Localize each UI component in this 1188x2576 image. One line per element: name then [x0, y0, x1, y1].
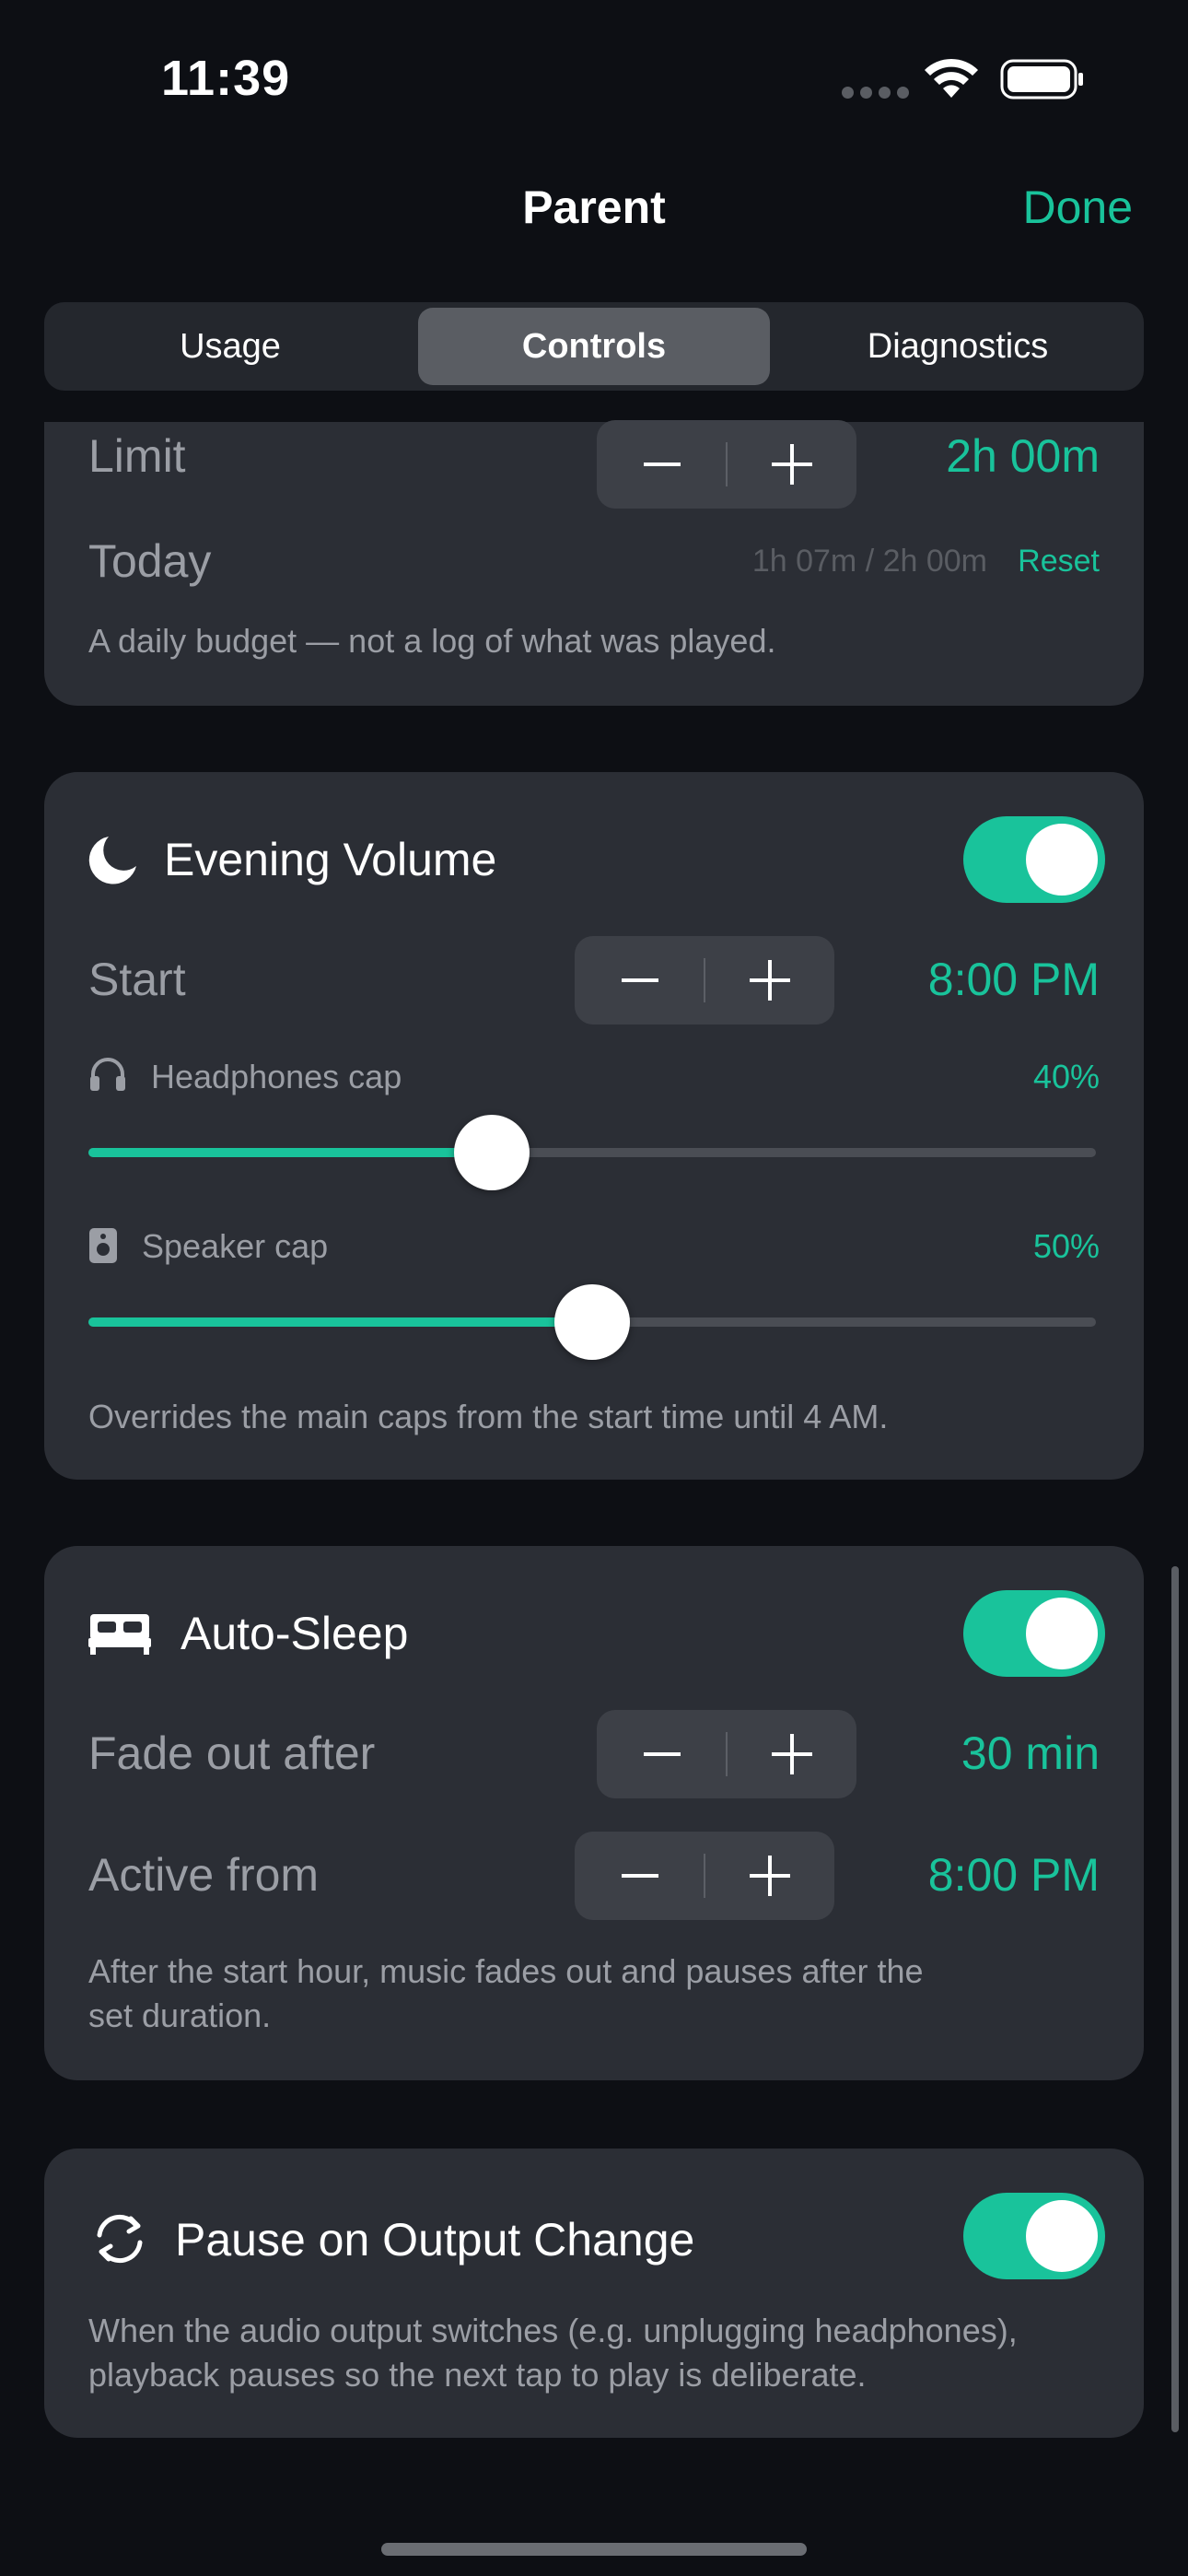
- pause-output-card: Pause on Output Change When the audio ou…: [44, 2149, 1144, 2438]
- start-increase-button[interactable]: [705, 936, 834, 1025]
- today-usage-value: 1h 07m / 2h 00m: [751, 544, 987, 579]
- speaker-cap-label: Speaker cap: [142, 1227, 329, 1265]
- home-indicator[interactable]: [381, 2543, 807, 2556]
- speaker-icon: [89, 1228, 117, 1263]
- refresh-icon: [97, 2215, 143, 2263]
- reset-button[interactable]: Reset: [1018, 544, 1100, 580]
- evening-volume-toggle[interactable]: [963, 816, 1105, 903]
- active-from-value: 8:00 PM: [927, 1849, 1100, 1901]
- auto-sleep-card: Auto-Sleep Fade out after 30 min Active …: [44, 1546, 1144, 2080]
- fade-out-stepper: [597, 1710, 856, 1798]
- speaker-cap-slider-thumb[interactable]: [554, 1284, 630, 1360]
- start-decrease-button[interactable]: [575, 936, 705, 1025]
- budget-note: A daily budget — not a log of what was p…: [88, 622, 776, 660]
- tab-diagnostics[interactable]: Diagnostics: [777, 308, 1138, 385]
- limit-label: Limit: [88, 430, 186, 482]
- status-time: 11:39: [161, 51, 291, 106]
- evening-volume-card: Evening Volume Start 8:00 PM Headphones …: [44, 772, 1144, 1480]
- start-value: 8:00 PM: [927, 954, 1100, 1005]
- evening-volume-note: Overrides the main caps from the start t…: [88, 1398, 889, 1435]
- auto-sleep-note-line2: set duration.: [88, 1996, 272, 2034]
- active-from-label: Active from: [88, 1849, 320, 1901]
- done-button[interactable]: Done: [1022, 181, 1133, 234]
- active-from-stepper: [575, 1832, 834, 1920]
- minus-icon: [621, 1874, 658, 1878]
- pause-output-toggle[interactable]: [963, 2193, 1105, 2279]
- fade-out-value: 30 min: [961, 1727, 1100, 1779]
- pause-output-title: Pause on Output Change: [175, 2214, 695, 2266]
- auto-sleep-title: Auto-Sleep: [181, 1608, 409, 1659]
- plus-icon: [749, 1856, 790, 1896]
- evening-volume-title: Evening Volume: [164, 834, 497, 885]
- auto-sleep-note-line1: After the start hour, music fades out an…: [88, 1952, 924, 1990]
- battery-icon: [1000, 59, 1083, 100]
- segmented-tabs: Usage Controls Diagnostics: [44, 302, 1144, 391]
- headphones-cap-slider-thumb[interactable]: [453, 1115, 530, 1190]
- active-from-increase-button[interactable]: [705, 1832, 834, 1920]
- page-title: Parent: [522, 181, 666, 233]
- fade-out-decrease-button[interactable]: [597, 1710, 727, 1798]
- headphones-icon: [90, 1058, 125, 1091]
- start-label: Start: [88, 954, 186, 1005]
- plus-icon: [771, 444, 812, 485]
- speaker-cap-slider[interactable]: [88, 1284, 1096, 1360]
- moon-icon: [88, 837, 136, 884]
- limit-value: 2h 00m: [946, 430, 1100, 482]
- tab-usage[interactable]: Usage: [50, 308, 411, 385]
- pause-output-note-line2: playback pauses so the next tap to play …: [88, 2356, 867, 2394]
- speaker-cap-value: 50%: [1032, 1227, 1100, 1265]
- headphones-cap-value: 40%: [1032, 1058, 1100, 1095]
- cellular-signal-icon: [842, 87, 909, 99]
- minus-icon: [643, 1752, 681, 1756]
- limit-increase-button[interactable]: [727, 420, 856, 509]
- limit-decrease-button[interactable]: [597, 420, 727, 509]
- scroll-indicator[interactable]: [1171, 1566, 1179, 2432]
- daily-budget-card: Limit 2h 00m Today 1h 07m / 2h 00m Reset…: [44, 420, 1144, 706]
- limit-stepper: [597, 420, 856, 509]
- bed-icon: [88, 1614, 151, 1655]
- today-label: Today: [88, 535, 212, 587]
- start-stepper: [575, 936, 834, 1025]
- headphones-cap-label: Headphones cap: [151, 1058, 402, 1095]
- fade-out-increase-button[interactable]: [727, 1710, 856, 1798]
- tab-controls[interactable]: Controls: [418, 308, 770, 385]
- fade-out-label: Fade out after: [88, 1727, 376, 1779]
- active-from-decrease-button[interactable]: [575, 1832, 705, 1920]
- plus-icon: [771, 1734, 812, 1774]
- pause-output-note-line1: When the audio output switches (e.g. unp…: [88, 2312, 1018, 2349]
- headphones-cap-slider[interactable]: [88, 1115, 1096, 1190]
- plus-icon: [749, 960, 790, 1001]
- auto-sleep-toggle[interactable]: [963, 1590, 1105, 1677]
- wifi-icon: [925, 58, 978, 98]
- minus-icon: [643, 463, 681, 466]
- minus-icon: [621, 978, 658, 982]
